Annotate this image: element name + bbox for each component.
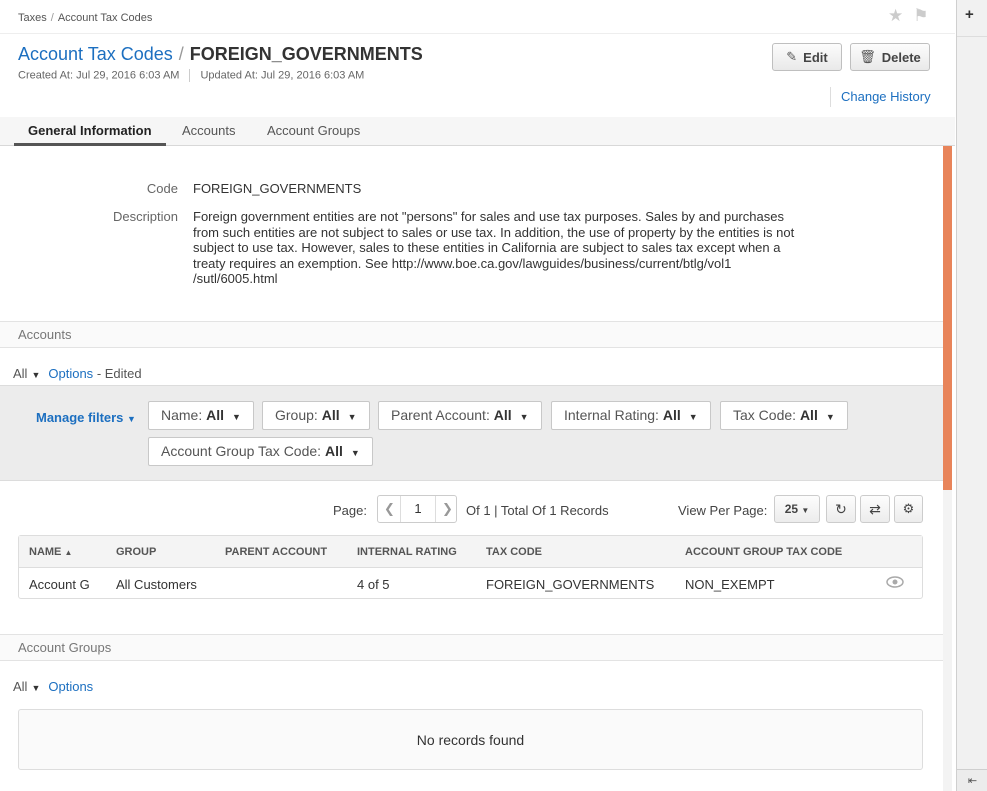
- change-history-link[interactable]: Change History: [841, 89, 931, 104]
- edit-icon: ✎: [786, 49, 798, 64]
- account-groups-view-options: All ▼ Options: [13, 679, 93, 694]
- filter-tax-code[interactable]: Tax Code: All ▼: [720, 401, 848, 430]
- per-page-select[interactable]: 25 ▼: [774, 495, 820, 523]
- chevron-down-icon[interactable]: ▼: [31, 370, 40, 380]
- edit-button[interactable]: ✎ Edit: [772, 43, 842, 71]
- plus-icon[interactable]: +: [965, 6, 974, 23]
- top-icons: ★⚑: [888, 6, 939, 26]
- page-title: Account Tax Codes / FOREIGN_GOVERNMENTS: [18, 44, 423, 64]
- cell-account-group-tax-code: NON_EXEMPT: [685, 577, 775, 592]
- cell-name[interactable]: Account G: [29, 577, 90, 592]
- tab-bar: General Information Accounts Account Gro…: [0, 117, 955, 146]
- collapse-icon[interactable]: ⇤: [957, 769, 987, 791]
- col-tax-code[interactable]: TAX CODE: [486, 546, 542, 558]
- parent-link[interactable]: Account Tax Codes: [18, 44, 173, 64]
- code-label: Code: [146, 181, 178, 196]
- page-input[interactable]: 1: [400, 496, 436, 522]
- cell-group: All Customers: [116, 577, 197, 592]
- options-link[interactable]: Options: [48, 679, 93, 694]
- scrollbar-thumb[interactable]: [943, 146, 952, 490]
- eye-icon[interactable]: [886, 574, 904, 590]
- delete-button[interactable]: 🗑︎ Delete: [850, 43, 930, 71]
- sync-icon[interactable]: ⇄: [860, 495, 890, 523]
- manage-filters-button[interactable]: Manage filters ▼: [36, 410, 136, 425]
- view-per-page-label: View Per Page:: [678, 503, 768, 518]
- page-navigator: ❮ 1 ❯: [377, 495, 457, 523]
- view-select[interactable]: All: [13, 366, 27, 381]
- col-account-group-tax-code[interactable]: ACCOUNT GROUP TAX CODE: [685, 546, 842, 558]
- breadcrumb: Taxes / Account Tax Codes: [18, 12, 153, 24]
- filters-panel: Manage filters ▼ Name: All ▼ Group: All ▼ …: [0, 385, 943, 481]
- page-label: Page:: [333, 503, 367, 518]
- tab-general-information[interactable]: General Information: [14, 117, 166, 146]
- chevron-down-icon[interactable]: ▼: [31, 683, 40, 693]
- options-link[interactable]: Options: [48, 366, 93, 381]
- sort-asc-icon: ▲: [64, 548, 73, 557]
- edited-label: - Edited: [96, 366, 142, 381]
- description-label: Description: [112, 209, 178, 224]
- col-parent-account[interactable]: PARENT ACCOUNT: [225, 546, 327, 558]
- accounts-view-options: All ▼ Options - Edited: [13, 366, 142, 381]
- main-panel: Taxes / Account Tax Codes ★⚑ Account Tax C…: [0, 0, 955, 791]
- col-group[interactable]: GROUP: [116, 546, 156, 558]
- trash-icon: 🗑︎: [859, 49, 876, 64]
- prev-page-icon[interactable]: ❮: [384, 501, 395, 517]
- record-name: FOREIGN_GOVERNMENTS: [189, 44, 423, 64]
- refresh-icon[interactable]: ↻: [826, 495, 856, 523]
- tab-account-groups[interactable]: Account Groups: [267, 117, 360, 146]
- empty-state: No records found: [18, 709, 923, 770]
- gear-icon[interactable]: ⚙: [894, 495, 923, 523]
- created-at: Created At: Jul 29, 2016 6:03 AM: [18, 69, 180, 82]
- col-name[interactable]: NAME ▲: [29, 546, 72, 558]
- filter-internal-rating[interactable]: Internal Rating: All ▼: [551, 401, 711, 430]
- tab-accounts[interactable]: Accounts: [182, 117, 235, 146]
- right-rail: + ⇤: [956, 0, 987, 791]
- breadcrumb-taxes[interactable]: Taxes: [18, 12, 47, 24]
- breadcrumb-account-tax-codes[interactable]: Account Tax Codes: [58, 12, 153, 24]
- description-value: Foreign government entities are not "per…: [193, 209, 795, 287]
- view-select[interactable]: All: [13, 679, 27, 694]
- record-count: Of 1 | Total Of 1 Records: [466, 503, 609, 518]
- cell-internal-rating: 4 of 5: [357, 577, 390, 592]
- record-meta: Created At: Jul 29, 2016 6:03 AM Updated …: [18, 69, 364, 82]
- star-icon[interactable]: ★: [888, 6, 913, 25]
- code-value: FOREIGN_GOVERNMENTS: [193, 181, 362, 196]
- filter-group[interactable]: Group: All ▼: [262, 401, 370, 430]
- col-internal-rating[interactable]: INTERNAL RATING: [357, 546, 457, 558]
- filter-parent-account[interactable]: Parent Account: All ▼: [378, 401, 542, 430]
- next-page-icon[interactable]: ❯: [442, 501, 453, 517]
- updated-at: Updated At: Jul 29, 2016 6:03 AM: [200, 69, 365, 82]
- table-header: NAME ▲ GROUP PARENT ACCOUNT INTERNAL RAT…: [19, 536, 922, 568]
- account-groups-section-header: Account Groups: [0, 634, 943, 661]
- pin-icon[interactable]: ⚑: [913, 6, 938, 25]
- accounts-table: NAME ▲ GROUP PARENT ACCOUNT INTERNAL RAT…: [18, 535, 923, 599]
- filter-account-group-tax-code[interactable]: Account Group Tax Code: All ▼: [148, 437, 373, 466]
- filter-name[interactable]: Name: All ▼: [148, 401, 254, 430]
- accounts-section-header: Accounts: [0, 321, 943, 348]
- cell-tax-code: FOREIGN_GOVERNMENTS: [486, 577, 655, 592]
